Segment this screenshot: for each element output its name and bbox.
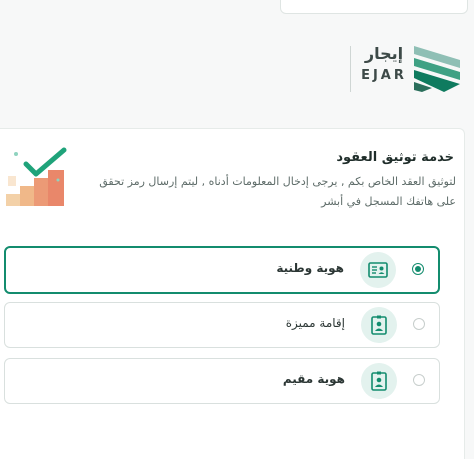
radio-resident-id[interactable] bbox=[413, 374, 425, 386]
logo-arabic-text: إيجار bbox=[364, 44, 404, 63]
option-label: هوية وطنية bbox=[276, 261, 344, 275]
top-bar-button[interactable] bbox=[280, 0, 468, 14]
option-label: هوية مقيم bbox=[282, 372, 345, 386]
radio-premium-residency[interactable] bbox=[413, 318, 425, 330]
id-badge-icon bbox=[361, 363, 397, 399]
option-resident-id[interactable]: هوية مقيم bbox=[4, 358, 440, 404]
stairs-check-illustration-icon bbox=[4, 146, 70, 214]
option-premium-residency[interactable]: إقامة مميزة bbox=[4, 302, 440, 348]
logo-divider bbox=[350, 46, 351, 92]
logo-english-text: EJAR bbox=[361, 68, 407, 83]
service-title: خدمة توثيق العقود bbox=[336, 150, 454, 165]
radio-national-id[interactable] bbox=[412, 263, 424, 275]
id-card-icon bbox=[360, 252, 396, 288]
id-badge-icon bbox=[361, 307, 397, 343]
service-description: لتوثيق العقد الخاص بكم , يرجى إدخال المع… bbox=[99, 175, 456, 208]
option-national-id[interactable]: هوية وطنية bbox=[4, 246, 440, 294]
option-label: إقامة مميزة bbox=[285, 316, 345, 330]
ejar-logo-icon bbox=[414, 46, 462, 96]
